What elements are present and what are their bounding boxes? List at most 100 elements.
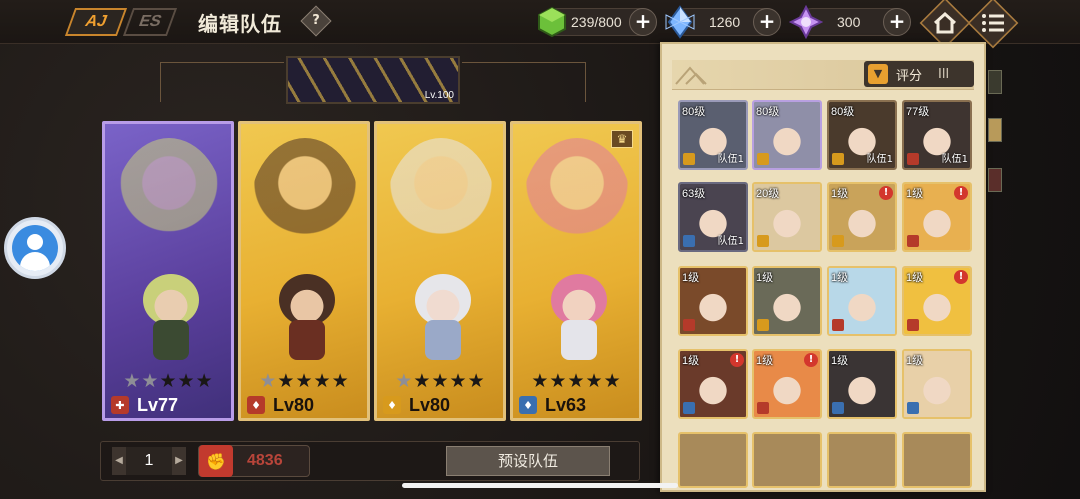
team-slot-card[interactable]: ★ ★ ★ ★ ★ ♦ Lv80: [374, 121, 506, 421]
class-icon: [757, 153, 769, 165]
logo-mark-secondary: ES: [122, 8, 178, 36]
next-team-button[interactable]: ▶: [172, 447, 186, 475]
side-tab-1[interactable]: [988, 70, 1002, 94]
star-icon: ★: [395, 370, 413, 392]
roster-character-slot[interactable]: 80级 队伍1: [678, 100, 748, 170]
class-icon: [832, 319, 844, 331]
star-icon: ★: [313, 370, 331, 392]
roster-character-slot[interactable]: 1级!: [827, 182, 897, 252]
chibi-body: [153, 320, 189, 360]
roster-character-slot-partial[interactable]: [678, 432, 748, 488]
roster-character-slot[interactable]: 1级: [678, 266, 748, 336]
help-icon: ?: [312, 13, 320, 28]
side-tab-3[interactable]: [988, 168, 1002, 192]
prev-team-button[interactable]: ◀: [112, 447, 126, 475]
character-level: Lv77: [137, 394, 179, 415]
team-slot-card[interactable]: ★ ★ ★ ★ ★ ♦ Lv63 ♛: [510, 121, 642, 421]
slot-level: 1级: [831, 272, 849, 284]
roster-character-slot[interactable]: 80级: [752, 100, 822, 170]
slot-level: 63级: [682, 188, 706, 200]
team-tag: 队伍1: [866, 154, 893, 165]
alert-icon: !: [730, 353, 744, 367]
class-icon: [683, 235, 695, 247]
character-chibi: [135, 274, 207, 366]
chibi-body: [289, 320, 325, 360]
boss-banner[interactable]: Lv.100: [286, 56, 460, 104]
team-tag: 队伍1: [717, 236, 744, 247]
player-avatar-button[interactable]: [4, 217, 66, 279]
crystal-value: 1260: [709, 14, 741, 30]
roster-character-slot-partial[interactable]: [827, 432, 897, 488]
class-icon: ♦: [519, 396, 537, 414]
roster-character-slot[interactable]: 1级!: [752, 349, 822, 419]
star-icon: ★: [549, 370, 567, 392]
add-stamina-button[interactable]: +: [629, 8, 657, 36]
star-icon: ★: [177, 370, 195, 392]
header-ornament-icon: [675, 66, 707, 85]
add-crystal-button[interactable]: +: [753, 8, 781, 36]
star-icon: ★: [159, 370, 177, 392]
roster-character-slot[interactable]: 80级 队伍1: [827, 100, 897, 170]
crown-icon: ♛: [611, 130, 633, 148]
user-icon-head: [27, 234, 43, 250]
logo-mark-text: AJ: [82, 13, 110, 30]
slot-level: 77级: [906, 106, 930, 118]
help-button[interactable]: ?: [300, 5, 332, 37]
star-icon: ★: [531, 370, 549, 392]
roster-character-slot[interactable]: 20级: [752, 182, 822, 252]
team-slot-card[interactable]: ★ ★ ★ ★ ★ ♦ Lv80: [238, 121, 370, 421]
gem-counter: 300 +: [788, 4, 911, 40]
sort-order-icon: Ill: [938, 66, 950, 82]
class-icon: [683, 402, 695, 414]
roster-character-slot-partial[interactable]: [752, 432, 822, 488]
roster-character-slot[interactable]: 63级队伍1: [678, 182, 748, 252]
roster-character-slot[interactable]: 1级!: [902, 266, 972, 336]
class-icon: [757, 402, 769, 414]
top-bar: AJ ES 编辑队伍 ? 239/800 + 1260 + 300 +: [0, 0, 1080, 49]
character-level: Lv63: [545, 394, 587, 415]
class-icon: [907, 319, 919, 331]
slot-level: 1级: [682, 355, 700, 367]
character-portrait: [385, 138, 497, 288]
character-chibi: [407, 274, 479, 366]
roster-character-slot[interactable]: 1级: [752, 266, 822, 336]
sort-label: 评分: [896, 68, 923, 84]
star-icon: ★: [141, 370, 159, 392]
slot-level: 20级: [756, 188, 780, 200]
preset-team-button[interactable]: 预设队伍: [446, 446, 610, 476]
frame-decoration-left: [160, 62, 284, 102]
menu-icon: [980, 10, 1006, 36]
roster-character-slot[interactable]: 1级!: [902, 182, 972, 252]
roster-character-slot[interactable]: 1级: [902, 349, 972, 419]
character-chibi: [543, 274, 615, 366]
card-footer: ✚ Lv77: [105, 392, 231, 418]
page-title: 编辑队伍: [198, 12, 282, 36]
roster-character-slot[interactable]: 1级: [827, 349, 897, 419]
star-icon: ★: [295, 370, 313, 392]
team-slot-card[interactable]: ★ ★ ★ ★ ★ ✚ Lv77: [102, 121, 234, 421]
character-level: Lv80: [273, 394, 315, 415]
class-icon: [832, 153, 844, 165]
slot-level: 1级: [831, 188, 849, 200]
game-logo: AJ ES: [64, 6, 190, 38]
slot-level: 1级: [682, 272, 700, 284]
sort-by-score-button[interactable]: ▼ 评分 Ill: [864, 61, 974, 87]
roster-character-slot[interactable]: 77级 队伍1: [902, 100, 972, 170]
add-gem-button[interactable]: +: [883, 8, 911, 36]
star-icon: ★: [467, 370, 485, 392]
filter-icon: ▼: [868, 64, 888, 84]
character-portrait: [249, 138, 361, 288]
side-tab-2[interactable]: [988, 118, 1002, 142]
star-rating: ★ ★ ★ ★ ★: [105, 371, 231, 391]
roster-character-slot[interactable]: 1级: [827, 266, 897, 336]
roster-character-slot-partial[interactable]: [902, 432, 972, 488]
alert-icon: !: [804, 353, 818, 367]
roster-character-slot[interactable]: 1级!: [678, 349, 748, 419]
stamina-counter: 239/800 +: [538, 6, 657, 38]
class-icon: [683, 153, 695, 165]
gem-value: 300: [837, 14, 861, 30]
green-cube-icon: [535, 5, 569, 39]
team-pager: ◀ 1 ▶: [112, 447, 186, 475]
card-footer: ♦ Lv63: [513, 392, 639, 418]
class-icon: [757, 235, 769, 247]
